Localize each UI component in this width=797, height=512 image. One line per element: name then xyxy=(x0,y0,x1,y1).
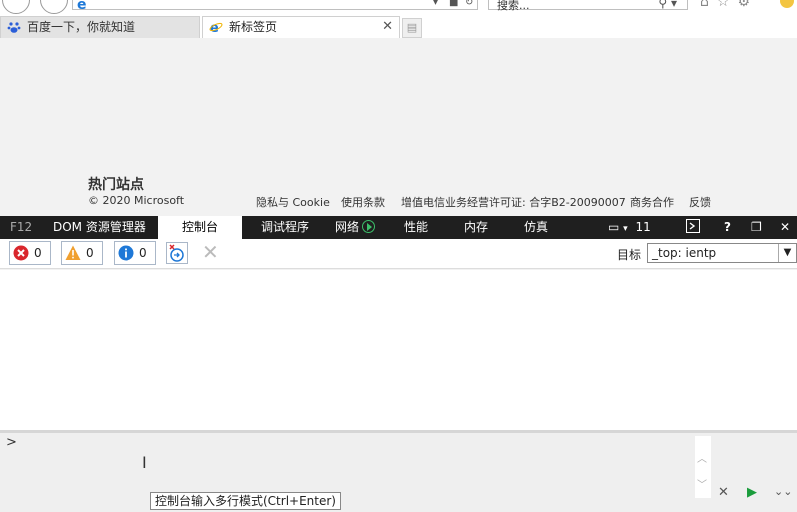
tab-debugger[interactable]: 调试程序 xyxy=(261,216,309,239)
warning-count: 0 xyxy=(86,246,94,260)
console-toggle-icon[interactable] xyxy=(686,216,700,239)
gear-icon[interactable]: ⚙ xyxy=(737,0,758,10)
run-icon[interactable]: ▶ xyxy=(747,485,757,500)
warning-icon xyxy=(65,245,81,260)
new-tab-button[interactable]: ▤ xyxy=(402,18,422,38)
section-heading: 热门站点 xyxy=(88,177,144,193)
chevron-down-icon: ▾ xyxy=(623,224,628,234)
copyright-text: © 2020 Microsoft xyxy=(88,194,185,207)
search-icon[interactable]: ⚲ ▾ xyxy=(658,0,677,10)
tab-title: 新标签页 xyxy=(229,20,278,34)
devtools-f12-label: F12 xyxy=(10,220,33,234)
console-output xyxy=(0,270,797,430)
stop-icon[interactable]: ■ xyxy=(449,0,458,8)
chevron-down-icon[interactable]: ▾ xyxy=(433,0,438,8)
refresh-icon[interactable]: ↻ xyxy=(465,0,473,8)
monitor-icon: ▭ xyxy=(608,220,620,234)
emulation-version: 11 xyxy=(635,220,651,234)
tab-baidu[interactable]: 百度一下，你就知道 xyxy=(0,16,200,38)
info-count: 0 xyxy=(139,246,147,260)
info-filter-button[interactable]: 0 xyxy=(114,241,156,265)
chevron-down-icon: ▼ xyxy=(778,244,796,262)
error-count: 0 xyxy=(34,246,42,260)
target-label: 目标 xyxy=(617,248,642,262)
tab-dom-explorer[interactable]: DOM 资源管理器 xyxy=(53,216,146,239)
home-icon[interactable]: ⌂ xyxy=(700,0,717,10)
baidu-paw-icon xyxy=(7,22,21,33)
scroll-up-icon[interactable]: ︿ xyxy=(697,450,707,465)
input-scrollbar[interactable]: ︿ ﹀ xyxy=(695,436,711,498)
console-prompt: > xyxy=(6,435,17,450)
forward-button[interactable] xyxy=(40,0,68,14)
terms-link[interactable]: 使用条款 xyxy=(341,194,385,210)
emulation-dropdown[interactable]: ▭ ▾ 11 xyxy=(608,216,651,239)
new-tab-page: 热门站点 © 2020 Microsoft 隐私与 Cookie 使用条款 增值… xyxy=(0,38,797,216)
close-devtools-icon[interactable]: ✕ xyxy=(780,216,790,239)
browser-chrome: e ▾ ■ ↻ 搜索... ⚲ ▾ ⌂☆⚙ xyxy=(0,0,797,14)
search-input[interactable]: 搜索... xyxy=(497,0,530,13)
console-input[interactable]: > I ︿ ﹀ ✕ ▶ ⌄⌄ 控制台输入多行模式(Ctrl+Enter) xyxy=(0,430,797,512)
feedback-link[interactable]: 反馈 xyxy=(689,194,711,210)
back-button[interactable] xyxy=(2,0,30,14)
ie-logo-icon: e xyxy=(77,0,87,13)
favorites-star-icon[interactable]: ☆ xyxy=(717,0,738,10)
address-bar[interactable]: e ▾ ■ ↻ xyxy=(72,0,478,13)
expand-multiline-icon[interactable]: ⌄⌄ xyxy=(774,485,792,498)
clear-input-icon[interactable]: ✕ xyxy=(718,485,729,500)
toolbar-icons: ⌂☆⚙ xyxy=(700,0,758,10)
text-cursor-icon: I xyxy=(142,453,147,472)
help-icon[interactable]: ? xyxy=(724,216,731,239)
tab-bar: 百度一下，你就知道 e 新标签页 ✕ ▤ xyxy=(0,14,797,38)
business-link[interactable]: 商务合作 xyxy=(630,194,674,210)
clear-on-navigate-button[interactable] xyxy=(166,242,188,264)
tab-memory[interactable]: 内存 xyxy=(464,216,488,239)
scroll-down-icon[interactable]: ﹀ xyxy=(697,476,707,491)
tab-network[interactable]: 网络 xyxy=(335,216,376,239)
devtools-toolbar: F12 DOM 资源管理器 控制台 调试程序 网络 性能 内存 仿真 ▭ ▾ 1… xyxy=(0,216,797,239)
multiline-tooltip: 控制台输入多行模式(Ctrl+Enter) xyxy=(150,492,341,510)
tab-console[interactable]: 控制台 xyxy=(158,216,242,239)
clear-console-icon[interactable]: ✕ xyxy=(202,241,219,263)
feedback-smile-icon[interactable] xyxy=(780,0,794,8)
tab-new-tab[interactable]: e 新标签页 ✕ xyxy=(202,16,400,38)
errors-filter-button[interactable]: 0 xyxy=(9,241,51,265)
console-toolbar: 0 0 0 ✕ 目标 _top: ientp ▼ xyxy=(0,239,797,269)
warnings-filter-button[interactable]: 0 xyxy=(61,241,103,265)
clear-on-navigate-icon xyxy=(169,244,184,262)
ie-logo-icon: e xyxy=(209,21,223,34)
close-tab-icon[interactable]: ✕ xyxy=(382,17,393,37)
network-record-icon xyxy=(362,220,376,233)
privacy-link[interactable]: 隐私与 Cookie xyxy=(256,194,330,210)
tab-title: 百度一下，你就知道 xyxy=(27,20,136,34)
tab-network-label: 网络 xyxy=(335,220,360,234)
target-value: _top: ientp xyxy=(652,246,717,260)
console-prompt-icon xyxy=(686,219,700,233)
error-icon xyxy=(13,245,29,261)
tab-emulation[interactable]: 仿真 xyxy=(524,216,548,239)
new-tab-icon: ▤ xyxy=(406,21,418,34)
tab-performance[interactable]: 性能 xyxy=(404,216,428,239)
search-box[interactable]: 搜索... ⚲ ▾ xyxy=(488,0,688,13)
info-icon xyxy=(118,245,134,261)
undock-icon[interactable]: ❐ xyxy=(751,216,762,239)
target-select[interactable]: _top: ientp ▼ xyxy=(647,243,797,263)
svg-text:e: e xyxy=(210,21,219,34)
license-link[interactable]: 增值电信业务经营许可证: 合字B2-20090007 xyxy=(401,194,626,210)
